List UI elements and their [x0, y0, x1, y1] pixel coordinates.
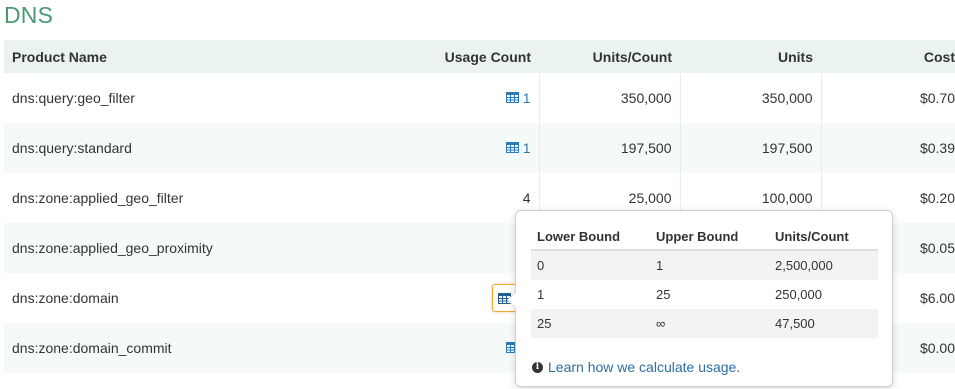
tier-lower-bound: 0 [531, 250, 650, 280]
tier-upper-bound: ∞ [650, 309, 769, 338]
units-cell: 197,500 [679, 123, 821, 173]
tier-upper-bound: 25 [650, 280, 769, 309]
tier-units-per-count: 2,500,000 [769, 250, 878, 280]
table-header-row: Product Name Usage Count Units/Count Uni… [4, 40, 955, 73]
tier-table: Lower Bound Upper Bound Units/Count 0 1 2,… [531, 224, 878, 338]
product-name-cell: dns:query:standard [4, 123, 330, 173]
tier-upper-bound: 1 [650, 250, 769, 280]
usage-count-cell: 1 [330, 123, 539, 173]
product-name-cell: dns:zone:domain_commit [4, 323, 330, 373]
section-title: DNS [4, 2, 54, 28]
popover-arrow [507, 291, 516, 309]
tier-header-lower-bound: Lower Bound [531, 224, 650, 251]
cost-cell: $0.39 [820, 123, 955, 173]
usage-count-link[interactable]: 1 [505, 89, 531, 106]
cost-cell: $0.70 [820, 73, 955, 123]
product-name-cell: dns:zone:domain [4, 273, 330, 323]
tier-row: 1 25 250,000 [531, 280, 878, 309]
usage-count-cell: 4 [330, 173, 539, 223]
header-usage-count[interactable]: Usage Count [330, 40, 539, 73]
tier-header-upper-bound: Upper Bound [650, 224, 769, 251]
usage-count-cell: 1 [330, 223, 539, 273]
tier-row: 25 ∞ 47,500 [531, 309, 878, 338]
product-name-cell: dns:zone:applied_geo_filter [4, 173, 330, 223]
tier-units-per-count: 250,000 [769, 280, 878, 309]
units-per-count-cell: 197,500 [538, 123, 680, 173]
header-units[interactable]: Units [680, 40, 821, 73]
product-name-cell: dns:zone:applied_geo_proximity [4, 223, 330, 273]
tier-row: 0 1 2,500,000 [531, 250, 878, 280]
tier-popover: Lower Bound Upper Bound Units/Count 0 1 2,… [507, 210, 893, 387]
info-circle-icon: i [532, 361, 543, 373]
table-row: dns:query:geo_filter 1 350,000 350,000 $0.70 [4, 73, 955, 123]
table-row: dns:query:standard 1 197,500 197,500 $0.39 [4, 123, 955, 173]
usage-count-value: 1 [522, 139, 531, 156]
tier-units-per-count: 47,500 [769, 309, 878, 338]
units-cell: 350,000 [679, 73, 821, 123]
header-cost[interactable]: Cost [821, 40, 955, 73]
usage-count-cell: 1 [330, 73, 539, 123]
header-product-name[interactable]: Product Name [4, 40, 330, 73]
table-grid-icon [505, 92, 519, 104]
tier-lower-bound: 25 [531, 309, 650, 338]
tier-header-row: Lower Bound Upper Bound Units/Count [531, 224, 878, 251]
usage-count-cell: 3 [330, 323, 539, 373]
header-units-per-count[interactable]: Units/Count [539, 40, 680, 73]
tier-lower-bound: 1 [531, 280, 650, 309]
usage-count-value: 1 [522, 89, 531, 106]
learn-usage-link[interactable]: i Learn how we calculate usage. [532, 359, 740, 375]
usage-count-link[interactable]: 1 [505, 139, 531, 156]
product-name-cell: dns:query:geo_filter [4, 73, 330, 123]
units-per-count-cell: 350,000 [538, 73, 680, 123]
table-grid-icon [505, 142, 519, 154]
tier-header-units-per-count: Units/Count [769, 224, 878, 251]
learn-usage-text[interactable]: Learn how we calculate usage. [548, 359, 740, 375]
